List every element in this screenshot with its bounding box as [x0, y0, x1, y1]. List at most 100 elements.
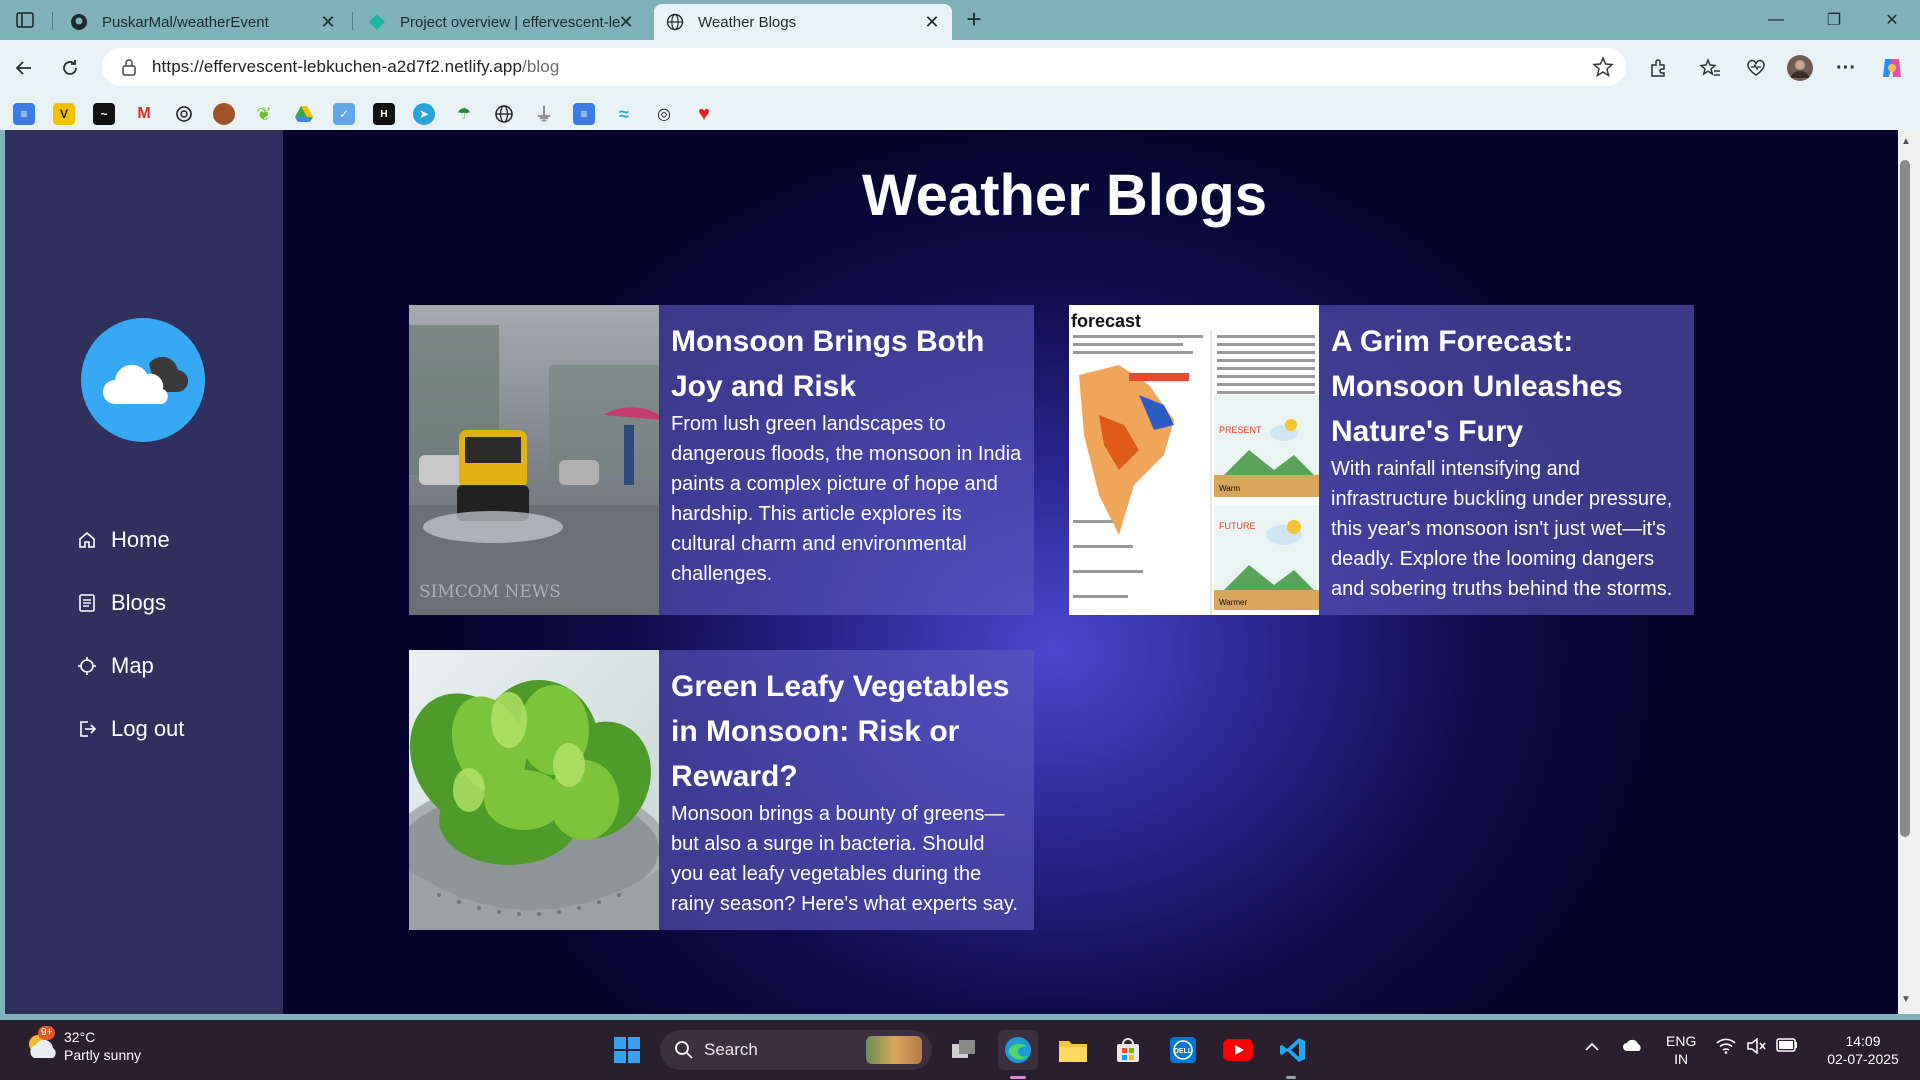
v-bookmark-icon[interactable]: V [53, 103, 75, 125]
blog-image-leafy-greens[interactable] [409, 650, 659, 930]
blog-image-monsoon[interactable]: SIMCOM NEWS [409, 305, 659, 615]
site-info-icon[interactable] [112, 58, 146, 76]
nav-label: Log out [111, 716, 185, 741]
battery-icon[interactable] [1776, 1038, 1798, 1056]
search-highlight-image [866, 1036, 922, 1064]
nav-blogs[interactable]: Blogs [75, 585, 166, 621]
scroll-up-arrow-icon[interactable]: ▲ [1901, 136, 1911, 147]
more-menu-icon[interactable]: ··· [1830, 52, 1862, 84]
address-bar[interactable]: https://effervescent-lebkuchen-a2d7f2.ne… [102, 48, 1626, 86]
minimize-button[interactable]: — [1748, 0, 1804, 40]
blog-card[interactable]: forecast PRESENT Warm FUTURE Warmer A Gr… [1069, 305, 1694, 615]
scroll-down-arrow-icon[interactable]: ▼ [1901, 994, 1911, 1005]
close-window-button[interactable]: ✕ [1864, 0, 1920, 40]
file-explorer-icon[interactable] [1053, 1030, 1093, 1070]
umbrella-bookmark-icon[interactable]: ☂ [453, 103, 475, 125]
hackerrank-bookmark-icon[interactable]: H [373, 103, 395, 125]
tab-title: PuskarMal/weatherEvent [102, 13, 269, 31]
new-tab-button[interactable]: + [960, 6, 988, 34]
language-indicator[interactable]: ENG IN [1666, 1032, 1696, 1068]
home-icon [75, 528, 99, 552]
blog-summary: Monsoon brings a bounty of greens—but al… [671, 803, 1018, 915]
blog-title[interactable]: A Grim Forecast: Monsoon Unleashes Natur… [1331, 319, 1682, 454]
onedrive-icon[interactable] [1622, 1038, 1644, 1056]
dell-icon[interactable]: DELL [1163, 1030, 1203, 1070]
extensions-icon[interactable] [1642, 52, 1674, 84]
copilot-icon[interactable] [1876, 52, 1908, 84]
restore-button[interactable]: ❐ [1806, 0, 1862, 40]
tab-strip: PuskarMal/weatherEvent ✕ Project overvie… [0, 0, 1920, 40]
search-icon [674, 1040, 694, 1060]
close-tab-icon[interactable]: ✕ [922, 12, 942, 32]
windows-start-icon[interactable] [607, 1030, 647, 1070]
show-hidden-icons-chevron[interactable] [1584, 1038, 1600, 1056]
sidebar: Home Blogs Map Log out [5, 130, 283, 1014]
telegram-bookmark-icon[interactable]: ➤ [413, 103, 435, 125]
docs-bookmark-icon[interactable]: ≡ [13, 103, 35, 125]
weather-widget[interactable]: 9+ 32°C Partly sunny [24, 1026, 142, 1064]
wifi-icon[interactable] [1716, 1038, 1736, 1058]
edge-icon[interactable] [998, 1030, 1038, 1070]
vscode-icon[interactable] [1273, 1030, 1313, 1070]
clock-time: 14:09 [1845, 1033, 1881, 1049]
browser-essentials-icon[interactable] [1740, 52, 1772, 84]
weather-desc: Partly sunny [64, 1047, 142, 1063]
nav-label: Map [111, 653, 154, 678]
blog-card[interactable]: SIMCOM NEWS Monsoon Brings Both Joy and … [409, 305, 1034, 615]
tailwind-bookmark-icon[interactable]: ≈ [613, 103, 635, 125]
tab-netlify[interactable]: Project overview | effervescent-lel ✕ [356, 4, 646, 40]
app-logo[interactable] [81, 318, 205, 442]
github-icon [70, 13, 88, 31]
blog-title[interactable]: Monsoon Brings Both Joy and Risk [671, 319, 1022, 409]
globe-icon [666, 13, 684, 31]
todo-bookmark-icon[interactable]: ✓ [333, 103, 355, 125]
svg-text:SIMCOM NEWS: SIMCOM NEWS [419, 582, 561, 602]
blog-summary: From lush green landscapes to dangerous … [671, 413, 1022, 585]
openai-bookmark-icon[interactable] [173, 103, 195, 125]
favorites-icon[interactable] [1694, 52, 1726, 84]
globe-bookmark-icon[interactable] [493, 103, 515, 125]
svg-text:DELL: DELL [1174, 1048, 1193, 1055]
svg-text:Warm: Warm [1219, 484, 1240, 493]
netlify-icon [368, 13, 386, 31]
clock[interactable]: 14:09 02-07-2025 [1818, 1032, 1908, 1068]
taskbar-search[interactable]: Search [660, 1030, 932, 1070]
tab-weather-blogs[interactable]: Weather Blogs ✕ [654, 4, 952, 40]
weather-badge: 9+ [38, 1026, 56, 1040]
close-tab-icon[interactable]: ✕ [318, 12, 338, 32]
favorite-star-icon[interactable] [1592, 56, 1614, 83]
blog-image-forecast[interactable]: forecast PRESENT Warm FUTURE Warmer [1069, 305, 1319, 615]
notes-bookmark-icon[interactable]: ≡ [573, 103, 595, 125]
leaf-bookmark-icon[interactable]: ❦ [253, 103, 275, 125]
back-button[interactable] [8, 52, 40, 84]
blog-card[interactable]: Green Leafy Vegetables in Monsoon: Risk … [409, 650, 1034, 930]
partly-sunny-icon: 9+ [24, 1026, 60, 1064]
search-label: Search [704, 1040, 758, 1059]
close-tab-icon[interactable]: ✕ [616, 12, 636, 32]
microsoft-store-icon[interactable] [1108, 1030, 1148, 1070]
profile-bookmark-icon[interactable] [213, 103, 235, 125]
svg-text:FUTURE: FUTURE [1219, 521, 1256, 531]
filter-bookmark-icon[interactable]: ⏚ [533, 103, 555, 125]
wave-bookmark-icon[interactable]: ~ [93, 103, 115, 125]
tab-github[interactable]: PuskarMal/weatherEvent ✕ [58, 4, 348, 40]
logout-icon [75, 717, 99, 741]
nav-home[interactable]: Home [75, 522, 170, 558]
heart-bookmark-icon[interactable]: ♥ [693, 103, 715, 125]
gmail-bookmark-icon[interactable]: M [133, 103, 155, 125]
youtube-icon[interactable] [1218, 1030, 1258, 1070]
cloud-icon [103, 356, 189, 404]
reload-button[interactable] [54, 52, 86, 84]
scrollbar-thumb[interactable] [1900, 160, 1910, 837]
task-view-icon[interactable] [944, 1030, 984, 1070]
fingerprint-bookmark-icon[interactable]: ◎ [653, 103, 675, 125]
blog-title[interactable]: Green Leafy Vegetables in Monsoon: Risk … [671, 664, 1022, 799]
sidebar-toggle-icon[interactable] [12, 8, 38, 32]
drive-bookmark-icon[interactable] [293, 103, 315, 125]
nav-logout[interactable]: Log out [75, 711, 184, 747]
nav-map[interactable]: Map [75, 648, 154, 684]
blog-card-body: Monsoon Brings Both Joy and Risk From lu… [659, 305, 1034, 615]
volume-muted-icon[interactable] [1746, 1037, 1766, 1058]
profile-avatar[interactable] [1784, 52, 1816, 84]
page-title: Weather Blogs [861, 163, 1267, 228]
